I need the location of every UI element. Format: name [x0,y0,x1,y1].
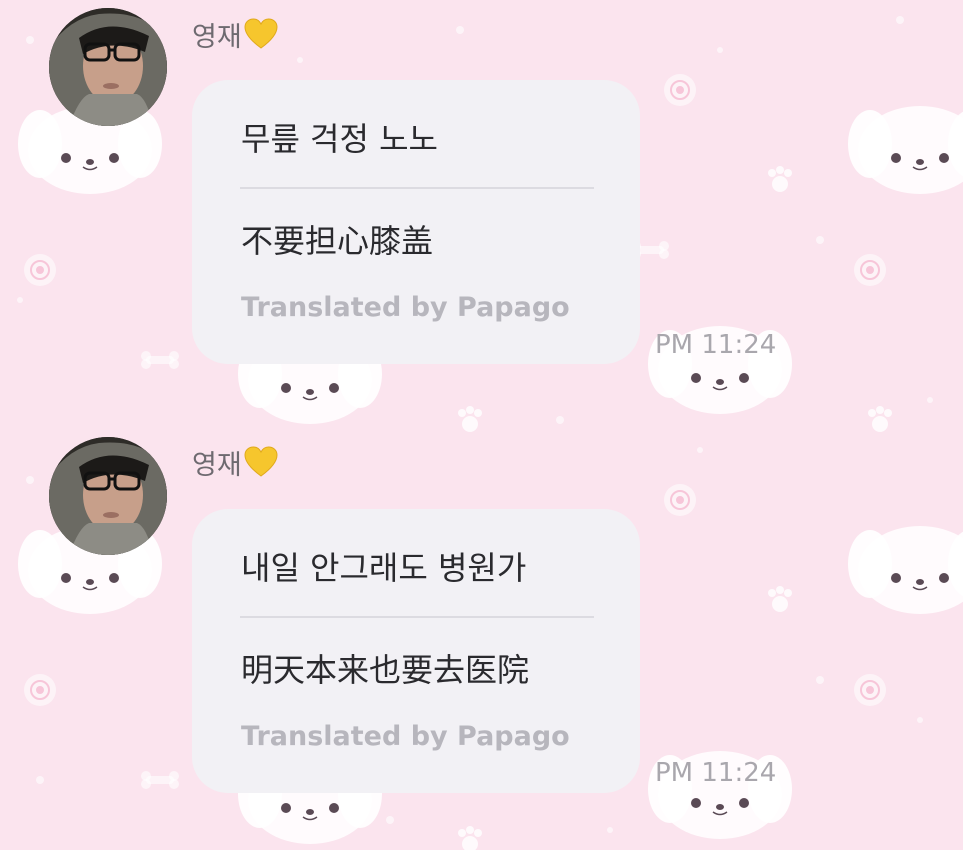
avatar-photo [49,8,167,126]
yellow-heart-icon [244,18,278,59]
message-timestamp: PM 11:24 [655,330,777,360]
message-original-text: 무릎 걱정 노노 [241,120,438,158]
translation-credit: Translated by Papago [241,721,570,752]
message-translation-text: 不要担心膝盖 [241,222,434,260]
avatar[interactable] [49,437,167,555]
message-translation-text: 明天本来也要去医院 [241,651,530,689]
sender-name-text: 영재 [192,450,242,481]
avatar[interactable] [49,8,167,126]
translation-divider [240,616,594,618]
sender-name: 영재 [192,446,278,487]
message-timestamp: PM 11:24 [655,758,777,788]
translation-divider [240,187,594,189]
yellow-heart-icon [244,446,278,487]
sender-name: 영재 [192,18,278,59]
sender-name-text: 영재 [192,22,242,53]
message-bubble[interactable]: 무릎 걱정 노노 不要担心膝盖 Translated by Papago [192,80,640,364]
avatar-photo [49,437,167,555]
message-original-text: 내일 안그래도 병원가 [241,549,527,587]
translation-credit: Translated by Papago [241,292,570,323]
message-bubble[interactable]: 내일 안그래도 병원가 明天本来也要去医院 Translated by Papa… [192,509,640,793]
